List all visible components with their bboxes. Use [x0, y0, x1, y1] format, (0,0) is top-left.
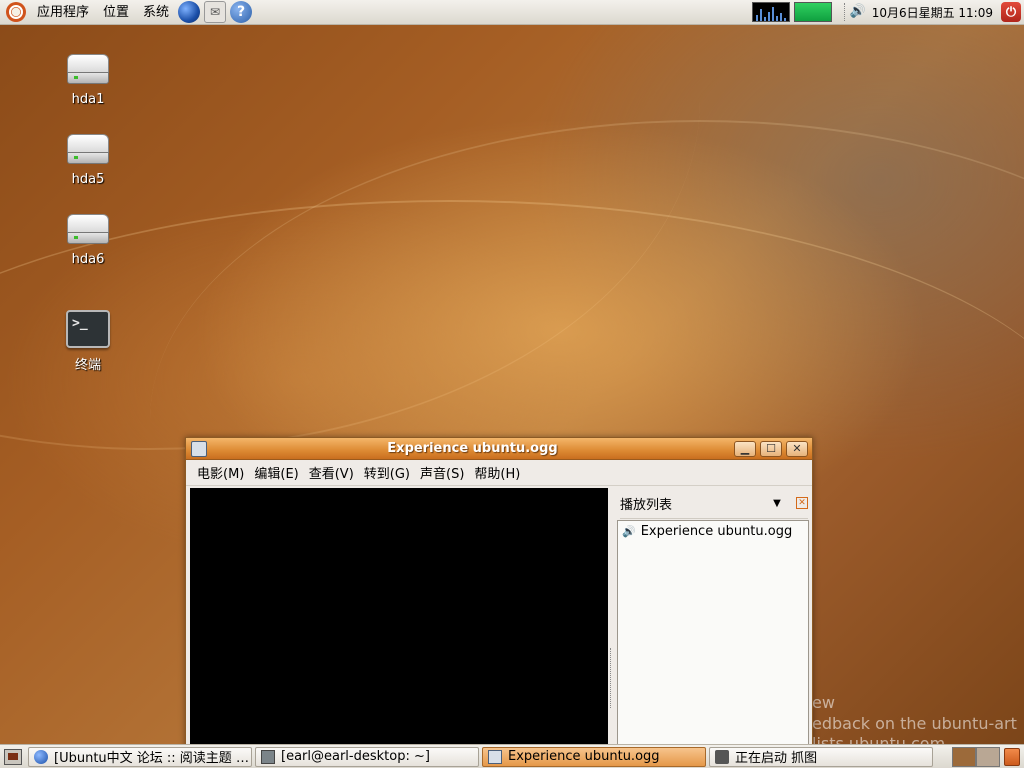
mail-icon[interactable]: ✉ — [204, 1, 227, 23]
menu-view[interactable]: 查看(V) — [304, 463, 359, 482]
workspace-1[interactable] — [952, 746, 976, 767]
show-desktop-button[interactable] — [4, 748, 22, 765]
taskbar-item-label: [earl@earl-desktop: ~] — [281, 749, 430, 764]
maximize-button[interactable]: ☐ — [760, 440, 782, 457]
window-titlebar[interactable]: Experience ubuntu.ogg ▁ ☐ ✕ — [186, 438, 812, 460]
playlist-item[interactable]: 🔊 Experience ubuntu.ogg — [618, 521, 808, 542]
taskbar-item-label: Experience ubuntu.ogg — [508, 749, 660, 764]
minimize-button[interactable]: ▁ — [734, 440, 756, 457]
desktop-icon-hda1[interactable]: hda1 — [48, 54, 128, 107]
help-icon[interactable]: ? — [230, 1, 253, 23]
workspace-2[interactable] — [976, 746, 1000, 767]
close-button[interactable]: ✕ — [786, 440, 808, 457]
desktop-icon-label: hda6 — [71, 252, 105, 267]
bottom-panel: [Ubuntu中文 论坛 :: 阅读主题 … [earl@earl-deskto… — [0, 744, 1024, 768]
menu-go[interactable]: 转到(G) — [359, 463, 415, 482]
taskbar-item-browser[interactable]: [Ubuntu中文 论坛 :: 阅读主题 … — [28, 746, 252, 767]
top-panel: 应用程序 位置 系统 ✉ ? 🔊 10月6日星期五 11:09 ⏻ — [0, 0, 1024, 25]
sidebar-header: 播放列表 ▼ ✕ — [620, 492, 808, 514]
window-title: Experience ubuntu.ogg — [387, 441, 558, 456]
camera-icon — [715, 749, 729, 764]
menu-edit[interactable]: 编辑(E) — [249, 463, 303, 482]
volume-icon[interactable]: 🔊 — [850, 4, 866, 20]
video-area[interactable] — [190, 488, 608, 767]
wallpaper-text: edback on the ubuntu-art — [812, 714, 1017, 733]
terminal-icon — [261, 749, 275, 764]
network-monitor-graph[interactable] — [793, 2, 832, 22]
clock[interactable]: 10月6日星期五 11:09 — [872, 4, 993, 21]
power-icon[interactable]: ⏻ — [1001, 2, 1021, 22]
sidebar-close-icon[interactable]: ✕ — [796, 497, 808, 509]
window-content: 播放列表 ▼ ✕ 🔊 Experience ubuntu.ogg — [190, 488, 809, 767]
taskbar-item-terminal[interactable]: [earl@earl-desktop: ~] — [255, 746, 479, 767]
desktop-icon-label: hda5 — [71, 172, 105, 187]
drive-icon — [67, 134, 109, 166]
speaker-icon: 🔊 — [622, 525, 636, 538]
ubuntu-logo-icon[interactable] — [6, 2, 26, 22]
totem-icon — [488, 749, 502, 764]
taskbar-item-label: [Ubuntu中文 论坛 :: 阅读主题 … — [54, 751, 249, 766]
taskbar-item-screenshot[interactable]: 正在启动 抓图 — [709, 746, 933, 767]
menu-movie[interactable]: 电影(M) — [192, 463, 249, 482]
desktop-icon-hda5[interactable]: hda5 — [48, 134, 128, 187]
menu-sound[interactable]: 声音(S) — [415, 463, 469, 482]
taskbar-item-label: 正在启动 抓图 — [735, 751, 818, 766]
sidebar-title: 播放列表 — [620, 497, 673, 513]
desktop-icon-hda6[interactable]: hda6 — [48, 214, 128, 267]
workspace-switcher[interactable] — [952, 746, 1000, 767]
menu-system[interactable]: 系统 — [136, 0, 176, 25]
divider — [620, 518, 808, 519]
drive-icon — [67, 54, 109, 86]
totem-app-icon[interactable] — [191, 440, 207, 457]
trash-icon[interactable] — [1004, 747, 1020, 766]
menu-help[interactable]: 帮助(H) — [469, 463, 525, 482]
pane-splitter[interactable] — [610, 648, 613, 708]
desktop-icon-label: hda1 — [71, 92, 105, 107]
panel-separator — [843, 3, 846, 21]
sidebar-dropdown-icon[interactable]: ▼ — [770, 498, 784, 509]
drive-icon — [67, 214, 109, 246]
globe-icon[interactable] — [178, 1, 201, 23]
playlist-item-label: Experience ubuntu.ogg — [640, 524, 793, 539]
system-monitor-graph[interactable] — [751, 2, 790, 22]
playlist[interactable]: 🔊 Experience ubuntu.ogg — [617, 520, 809, 767]
wallpaper-text: ew — [812, 693, 835, 712]
menu-applications[interactable]: 应用程序 — [30, 0, 96, 25]
browser-icon — [34, 749, 48, 764]
terminal-icon: >_ — [66, 310, 110, 348]
desktop-icon-label: 终端 — [74, 358, 101, 373]
desktop-icon-terminal[interactable]: >_ 终端 — [48, 310, 128, 373]
menu-places[interactable]: 位置 — [96, 0, 136, 25]
taskbar-item-totem[interactable]: Experience ubuntu.ogg — [482, 746, 706, 767]
totem-window: Experience ubuntu.ogg ▁ ☐ ✕ 电影(M) 编辑(E) … — [185, 437, 813, 768]
menubar: 电影(M) 编辑(E) 查看(V) 转到(G) 声音(S) 帮助(H) — [186, 460, 812, 486]
